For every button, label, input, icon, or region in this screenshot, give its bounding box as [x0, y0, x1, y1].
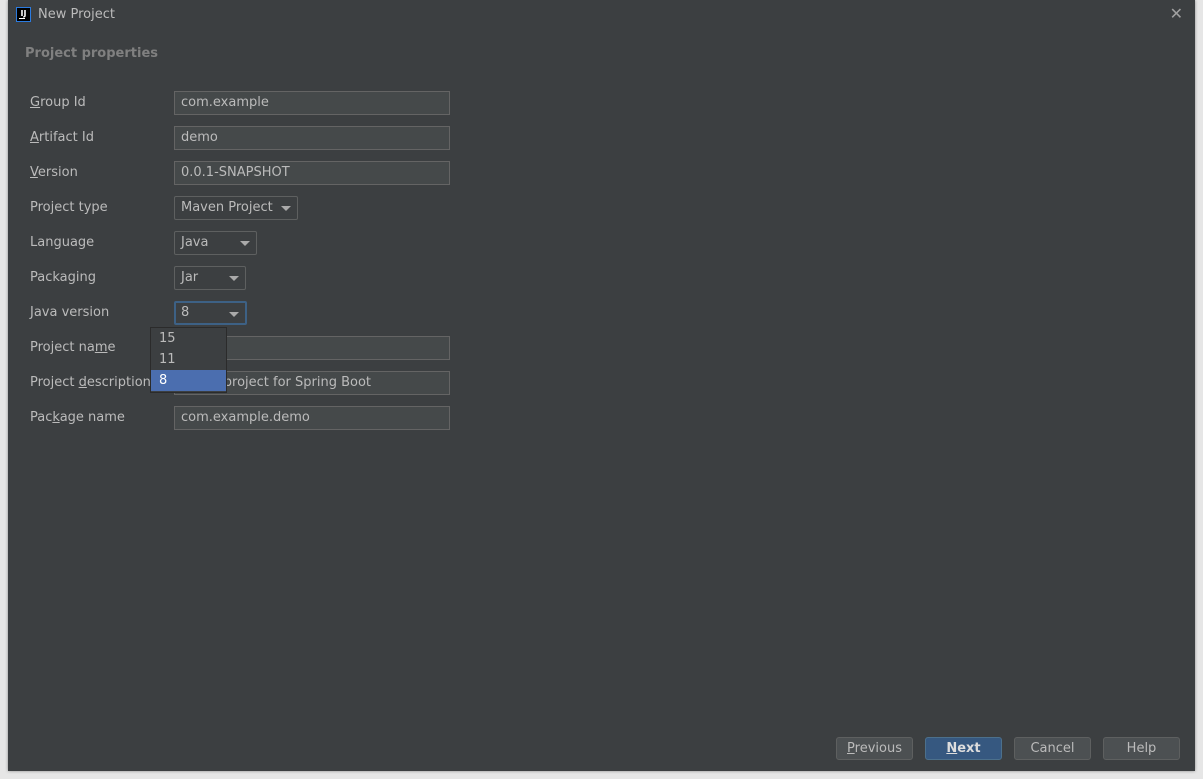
- packaging-label: Packaging: [30, 270, 96, 285]
- java-version-dropdown[interactable]: 8: [174, 301, 247, 325]
- group-id-label: Group Id: [30, 95, 86, 110]
- packaging-value: Jar: [181, 270, 199, 285]
- project-type-value: Maven Project: [181, 200, 273, 215]
- section-title: Project properties: [25, 46, 158, 61]
- language-label: Language: [30, 235, 95, 250]
- window-title: New Project: [38, 7, 115, 22]
- java-version-option-11[interactable]: 11: [151, 349, 226, 370]
- help-button[interactable]: Help: [1103, 737, 1180, 760]
- packaging-dropdown[interactable]: Jar: [174, 266, 246, 290]
- language-value: Java: [181, 235, 209, 250]
- version-input[interactable]: 0.0.1-SNAPSHOT: [174, 161, 450, 185]
- package-name-input[interactable]: com.example.demo: [174, 406, 450, 430]
- chevron-down-icon: [229, 276, 239, 281]
- package-name-label: Package name: [30, 410, 125, 425]
- group-id-input[interactable]: com.example: [174, 91, 450, 115]
- java-version-option-8[interactable]: 8: [151, 370, 226, 391]
- language-dropdown[interactable]: Java: [174, 231, 257, 255]
- chevron-down-icon: [281, 206, 291, 211]
- artifact-id-label: Artifact Id: [30, 130, 94, 145]
- chevron-down-icon: [229, 312, 239, 317]
- version-label: Version: [30, 165, 78, 180]
- title-bar: IJ New Project ✕: [8, 0, 1195, 30]
- close-icon[interactable]: ✕: [1170, 4, 1183, 23]
- chevron-down-icon: [240, 241, 250, 246]
- project-description-label: Project description: [30, 375, 151, 390]
- next-button[interactable]: Next: [925, 737, 1002, 760]
- new-project-dialog: IJ New Project ✕ Project properties Grou…: [8, 0, 1195, 771]
- java-version-popup: 15 11 8: [150, 327, 227, 393]
- java-version-option-15[interactable]: 15: [151, 328, 226, 349]
- cancel-button[interactable]: Cancel: [1014, 737, 1091, 760]
- intellij-icon: IJ: [16, 7, 31, 22]
- java-version-value: 8: [181, 305, 190, 320]
- project-name-label: Project name: [30, 340, 116, 355]
- artifact-id-input[interactable]: demo: [174, 126, 450, 150]
- project-type-dropdown[interactable]: Maven Project: [174, 196, 298, 220]
- project-type-label: Project type: [30, 200, 108, 215]
- java-version-label: Java version: [30, 305, 110, 320]
- previous-button[interactable]: Previous: [836, 737, 913, 760]
